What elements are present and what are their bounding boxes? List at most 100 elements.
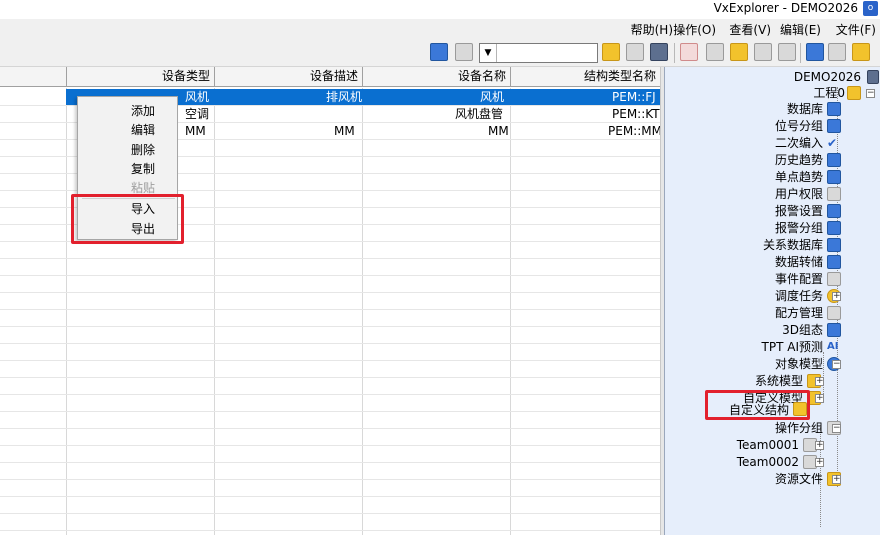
tree-item-team0002[interactable]: Team0002	[725, 454, 817, 470]
binoculars-icon[interactable]	[455, 43, 473, 61]
tree-item-point-trend[interactable]: 单点趋势	[761, 169, 841, 185]
tree-project-label: 工程0	[813, 86, 845, 100]
column-header-device-type[interactable]: 设备类型	[66, 67, 214, 87]
tree-item-3d[interactable]: 3D组态	[761, 322, 841, 338]
tree-item-label: Team0002	[736, 455, 799, 469]
tree-item-alarm-settings[interactable]: 报警设置	[761, 203, 841, 219]
open-folder-icon[interactable]	[852, 43, 870, 61]
tree-item-label: TPT AI预测	[761, 340, 823, 354]
context-menu-delete[interactable]: 删除	[131, 142, 155, 158]
cell-device-type: 空调	[185, 107, 210, 121]
grid-header: 结构类型名称 设备名称 设备描述 设备类型	[0, 67, 660, 87]
tree-node-project[interactable]: 工程0 −	[785, 85, 875, 101]
tree-item-label: 调度任务	[774, 289, 823, 303]
tree-node-root[interactable]: DEMO2026	[771, 69, 879, 85]
menu-file[interactable]: 文件(F)	[836, 21, 876, 38]
tree-item-label: 报警分组	[774, 221, 823, 235]
monitor-icon[interactable]	[626, 43, 644, 61]
tree-item-database[interactable]: 数据库	[761, 101, 841, 117]
column-header-device-desc[interactable]: 设备描述	[214, 67, 362, 87]
tree-item-ai[interactable]: TPT AI预测 AI	[725, 339, 841, 355]
tree-item-label: 操作分组	[774, 421, 823, 435]
tree-item-data-dump[interactable]: 数据转储	[761, 254, 841, 270]
tree-expander[interactable]: +	[832, 292, 841, 301]
tree-expander[interactable]: +	[832, 475, 841, 484]
toolbar-separator	[674, 43, 675, 63]
cell-struct-type: PEM::MM	[608, 124, 662, 138]
ai-icon: AI	[827, 341, 839, 352]
tree-item-resource[interactable]: 资源文件	[735, 471, 841, 487]
network-icon[interactable]	[650, 43, 668, 61]
tree-expander[interactable]: +	[815, 458, 824, 467]
tree-expander[interactable]: −	[866, 89, 875, 98]
tree-expander[interactable]: +	[815, 441, 824, 450]
tree-item-tag-group[interactable]: 位号分组	[761, 118, 841, 134]
tree-item-system-model[interactable]: 系统模型	[735, 373, 821, 389]
context-menu-add[interactable]: 添加	[131, 103, 155, 119]
tree-item-label: 配方管理	[774, 306, 823, 320]
tree-item-schedule[interactable]: 调度任务	[761, 288, 841, 304]
alarm-group-icon	[827, 221, 841, 235]
context-menu-copy[interactable]: 复制	[131, 161, 155, 177]
cell-device-name: 风机	[480, 90, 505, 104]
screen-capture-icon[interactable]	[430, 43, 448, 61]
tree-item-label: 3D组态	[782, 323, 823, 337]
menu-edit[interactable]: 编辑(E)	[780, 21, 821, 38]
tree-item-label: 关系数据库	[762, 238, 823, 252]
menu-operate[interactable]: 操作(O)	[673, 21, 716, 38]
tree-item-label: 二次编入	[774, 136, 823, 150]
cell-device-name: 风机盘管	[455, 107, 504, 121]
tree-item-label: 单点趋势	[774, 170, 823, 184]
context-menu-edit[interactable]: 编辑	[131, 122, 155, 138]
column-header-device-name[interactable]: 设备名称	[362, 67, 510, 87]
relational-db-icon	[827, 238, 841, 252]
tree-item-secondary[interactable]: 二次编入 ✔	[761, 135, 841, 151]
delete-icon[interactable]	[680, 43, 698, 61]
add-icon[interactable]	[706, 43, 724, 61]
highlight-box-custom-structure	[705, 390, 810, 420]
project-tree: DEMO2026 工程0 − 数据库 位号分组 二次编入 ✔ 历史趋势 单点趋势…	[664, 67, 880, 535]
tree-expander[interactable]: +	[815, 394, 824, 403]
cell-device-type: 风机	[185, 90, 210, 104]
tree-item-history-trend[interactable]: 历史趋势	[761, 152, 841, 168]
recipe-icon	[827, 306, 841, 320]
save-icon[interactable]	[806, 43, 824, 61]
refresh-icon[interactable]	[828, 43, 846, 61]
tree-item-object-model[interactable]: 对象模型	[735, 356, 841, 372]
tree-item-user-permission[interactable]: 用户权限	[761, 186, 841, 202]
tree-expander[interactable]: −	[832, 424, 841, 433]
tree-root-label: DEMO2026	[793, 70, 861, 84]
cell-device-desc: 排风机	[326, 90, 363, 104]
cell-device-desc: MM	[334, 124, 355, 138]
tree-item-relational-db[interactable]: 关系数据库	[761, 237, 841, 253]
export-icon[interactable]	[730, 43, 748, 61]
menu-view[interactable]: 查看(V)	[729, 21, 771, 38]
menu-help[interactable]: 帮助(H)	[631, 21, 673, 38]
tree-item-label: 系统模型	[754, 374, 803, 388]
event-config-icon	[827, 272, 841, 286]
column-header-struct-type[interactable]: 结构类型名称	[510, 67, 660, 87]
tree-item-operation-group[interactable]: 操作分组	[735, 420, 841, 436]
tree-item-event-config[interactable]: 事件配置	[761, 271, 841, 287]
check-icon: ✔	[827, 136, 838, 150]
copy-icon[interactable]	[754, 43, 772, 61]
tree-expander[interactable]: +	[815, 377, 824, 386]
folder-icon	[847, 86, 861, 100]
cell-device-type: MM	[185, 124, 206, 138]
folder-icon[interactable]	[602, 43, 620, 61]
tree-item-team0001[interactable]: Team0001	[725, 437, 817, 453]
cell-struct-type: PEM::FJ	[612, 90, 656, 104]
tree-item-label: 资源文件	[774, 472, 823, 486]
tree-item-label: Team0001	[736, 438, 799, 452]
tree-item-recipe[interactable]: 配方管理	[761, 305, 841, 321]
tree-item-label: 用户权限	[774, 187, 823, 201]
link-icon[interactable]	[778, 43, 796, 61]
chevron-down-icon[interactable]: ▼	[480, 44, 497, 62]
app-logo-icon: o	[863, 1, 878, 16]
tree-expander[interactable]: −	[832, 360, 841, 369]
toolbar-combo[interactable]: ▼	[479, 43, 598, 63]
server-icon	[867, 70, 879, 84]
tree-item-label: 对象模型	[774, 357, 823, 371]
database-icon	[827, 102, 841, 116]
tree-item-alarm-group[interactable]: 报警分组	[761, 220, 841, 236]
